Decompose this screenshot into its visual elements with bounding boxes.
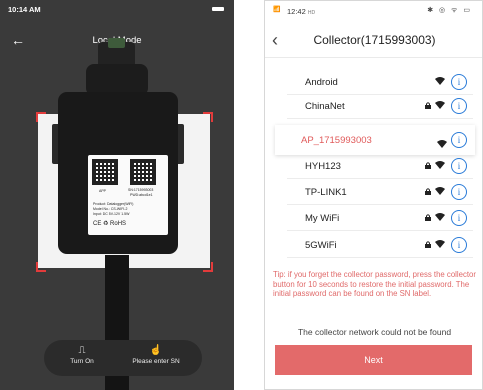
lock-icon [425,188,431,195]
wifi-name: My WiFi [305,213,340,224]
info-icon[interactable]: i [451,98,467,114]
lock-icon [425,241,431,248]
label-product-line: Product: Datalogger(WiFi) [93,202,134,206]
network-not-found-link[interactable]: The collector network could not be found [265,327,482,337]
turn-on-flashlight-button[interactable]: ⎍ Turn On [56,340,108,365]
scan-corner-top-right [203,112,213,122]
status-time: 10:14 AM [8,5,41,14]
label-sn-text: SN:1715993003 [128,188,154,192]
enter-sn-button[interactable]: ☝ Please enter SN [116,340,196,365]
device-label: APP SN:1715993003 PWD:abcd1e1 Product: D… [88,155,168,235]
selected-network-name: AP_1715993003 [301,135,372,146]
enter-sn-label: Please enter SN [132,358,180,365]
signal-icon: 📶 [273,7,281,13]
local-mode-screen: 10:14 AM ← Local Mode APP SN:1715993003 … [0,0,234,390]
scan-corner-bottom-left [36,262,46,272]
hand-pointer-icon: ☝ [149,345,163,356]
selected-network-row[interactable]: AP_1715993003 i [275,125,475,155]
collector-wifi-screen: 📶 12:42 HD ✱ ◎ ᯤ ▭ ‹ Collector(171599300… [264,0,483,390]
page-title: Collector(1715993003) [313,33,436,47]
info-icon[interactable]: i [451,74,467,90]
wifi-name: 5GWiFi [305,240,337,251]
wifi-icon [435,77,445,85]
wifi-row-android[interactable]: Android i [287,71,473,95]
qr-code-app [92,159,118,185]
status-bar: 📶 12:42 HD ✱ ◎ ᯤ ▭ [265,1,482,21]
label-pwd-text: PWD:abcd1e1 [130,193,153,197]
label-input-line: Input: DC 5V-12V 1.5W [93,212,130,216]
lock-icon [425,162,431,169]
password-tip: Tip: if you forget the collector passwor… [273,270,476,298]
nav-bar: ‹ Collector(1715993003) [265,29,482,58]
label-model-line: Model No.: CS-WIFI-2 [93,207,128,211]
lock-icon [425,214,431,221]
label-certification-marks: CE ♻ RoHS [93,221,127,227]
scan-action-bar: ⎍ Turn On ☝ Please enter SN [44,340,202,376]
wifi-icon [435,161,445,169]
scan-corner-bottom-right [203,262,213,272]
wifi-row-hyh123[interactable]: HYH123 i [287,155,473,179]
info-icon[interactable]: i [451,237,467,253]
wifi-name: TP-LINK1 [305,187,347,198]
wifi-icon [437,135,447,153]
wifi-row-5gwifi[interactable]: 5GWiFi i [287,234,473,258]
info-icon[interactable]: i [451,132,467,148]
wifi-icon [435,187,445,195]
wifi-name: Android [305,77,338,88]
info-icon[interactable]: i [451,184,467,200]
wifi-name: ChinaNet [305,101,345,112]
lock-icon [425,102,431,109]
flashlight-icon: ⎍ [78,345,86,356]
wifi-row-chinanet[interactable]: ChinaNet i [287,95,473,119]
qr-code-sn [130,159,156,185]
wifi-row-my-wifi[interactable]: My WiFi i [287,207,473,231]
status-icons: ✱ ◎ ᯤ ▭ [427,7,472,14]
status-time: 12:42 HD [287,7,316,16]
wifi-icon [435,240,445,248]
next-button[interactable]: Next [275,345,472,375]
turn-on-label: Turn On [70,358,94,365]
wifi-icon [435,213,445,221]
scan-corner-top-left [36,112,46,122]
wifi-icon [435,101,445,109]
wifi-name: HYH123 [305,161,341,172]
label-app-text: APP [99,189,107,193]
battery-icon [212,7,224,11]
wifi-row-tp-link1[interactable]: TP-LINK1 i [287,181,473,205]
status-bar: 10:14 AM [0,0,234,18]
info-icon[interactable]: i [451,158,467,174]
info-icon[interactable]: i [451,210,467,226]
